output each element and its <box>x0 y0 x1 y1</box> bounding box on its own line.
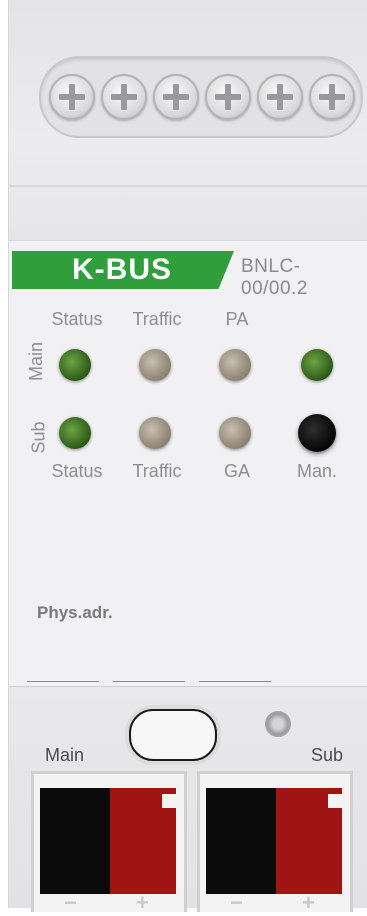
terminal-screw-icon[interactable] <box>49 74 95 120</box>
programming-led-icon <box>265 711 291 737</box>
address-blank <box>27 681 99 682</box>
sub-ga-label: GA <box>223 461 250 481</box>
sub-bus-connector[interactable]: − + <box>197 771 353 915</box>
sub-traffic-led <box>139 417 171 449</box>
terminal-screw-icon[interactable] <box>309 74 355 120</box>
front-panel: K-BUS BNLC-00/00.2 Status Traffic PA Mai… <box>9 240 367 693</box>
terminal-screw-icon[interactable] <box>205 74 251 120</box>
sub-ga-led <box>219 417 251 449</box>
connector-black <box>206 788 276 894</box>
main-bus-label: Main <box>45 745 85 765</box>
main-traffic-label: Traffic <box>132 309 182 329</box>
sub-bus-label: Sub <box>311 745 344 765</box>
row-label-main: Main <box>26 341 47 382</box>
sub-traffic-label: Traffic <box>132 461 182 481</box>
main-bus-connector[interactable]: − + <box>31 771 187 915</box>
bus-terminal-area: Main Sub − + − + <box>9 687 367 915</box>
terminal-screw-icon[interactable] <box>101 74 147 120</box>
screw-terminal-strip <box>39 56 363 138</box>
main-pa-label: PA <box>225 309 249 329</box>
minus-label: − <box>64 890 77 915</box>
main-extra-led <box>301 349 333 381</box>
release-slot[interactable] <box>129 709 217 761</box>
knx-line-coupler-device: K-BUS BNLC-00/00.2 Status Traffic PA Mai… <box>8 0 367 915</box>
sub-status-label: Status <box>51 461 103 481</box>
connector-notch <box>328 794 344 808</box>
terminal-screw-icon[interactable] <box>153 74 199 120</box>
main-status-label: Status <box>51 309 103 329</box>
connector-black <box>40 788 110 894</box>
phys-adr-label: Phys.adr. <box>37 603 113 622</box>
main-traffic-led <box>139 349 171 381</box>
top-terminal-area <box>9 0 367 240</box>
plus-label: + <box>302 890 315 915</box>
connector-notch <box>162 794 178 808</box>
main-status-led <box>59 349 91 381</box>
address-blank <box>113 681 185 682</box>
row-label-sub: Sub <box>28 421 49 454</box>
minus-label: − <box>230 890 243 915</box>
main-pa-led <box>219 349 251 381</box>
address-blank <box>199 681 271 682</box>
brand-logo: K-BUS <box>12 251 234 289</box>
sub-status-led <box>59 417 91 449</box>
terminal-screw-icon[interactable] <box>257 74 303 120</box>
plus-label: + <box>136 890 149 915</box>
manual-button[interactable] <box>298 414 336 452</box>
manual-label: Man. <box>296 461 338 481</box>
model-number: BNLC-00/00.2 <box>241 256 308 299</box>
